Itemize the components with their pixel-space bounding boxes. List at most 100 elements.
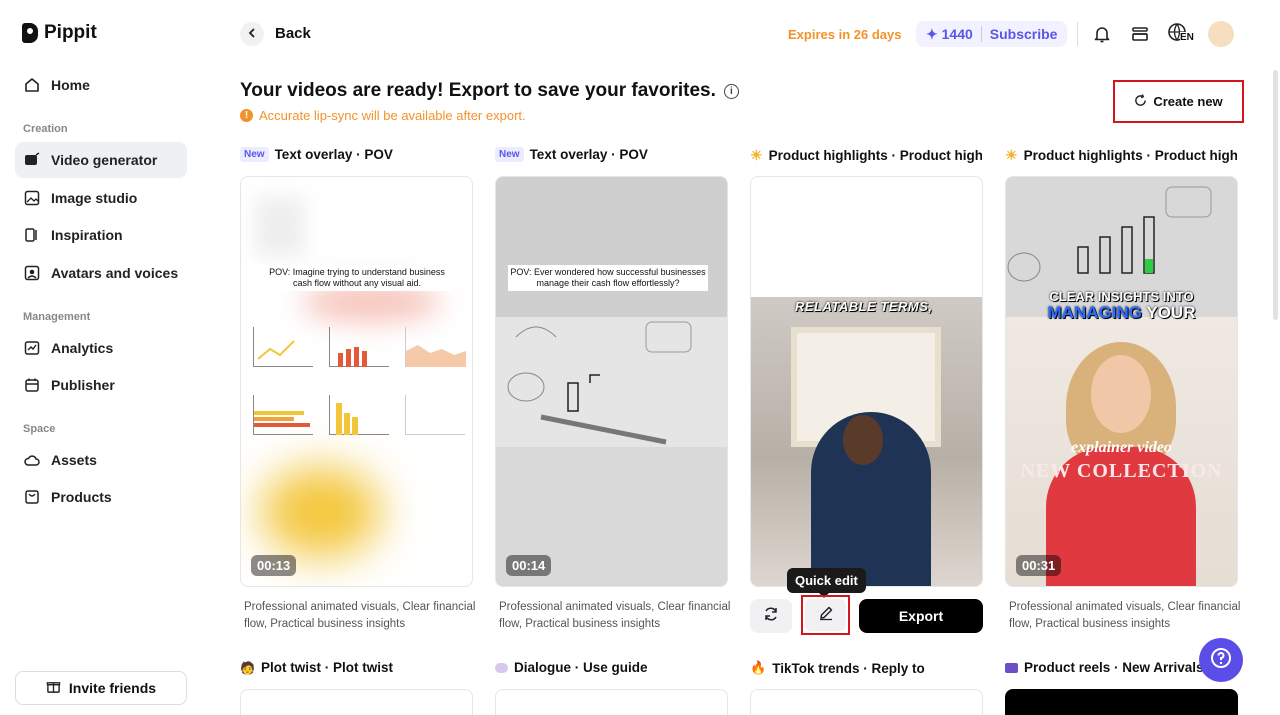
notice-text: Accurate lip-sync will be available afte… [259,108,526,123]
mini-bar-chart [329,395,389,435]
video-thumbnail[interactable] [240,689,473,715]
refresh-icon [1134,93,1147,110]
chevron-left-icon [247,25,257,43]
invite-friends-button[interactable]: Invite friends [15,671,187,705]
create-new-label: Create new [1153,94,1223,109]
card-title: New Text overlay · POV [240,147,472,162]
card-title-text: Plot twist · Plot twist [260,660,393,675]
video-thumbnail[interactable]: POV: Imagine trying to understand busine… [240,176,473,587]
sidebar-item-analytics[interactable]: Analytics [15,330,187,366]
sidebar-item-label: Avatars and voices [51,265,179,281]
card-title-text: Dialogue · Use guide [514,660,648,675]
pippit-logo-icon [22,23,38,43]
card-title-text: Product highlights · Product high... [768,148,982,163]
regenerate-icon [763,606,779,627]
mini-chart-empty [405,395,465,435]
sidebar-item-products[interactable]: Products [15,479,187,515]
video-overlay-text: CLEAR INSIGHTS INTO [1049,289,1194,304]
card-title-text: Text overlay · POV [274,147,393,162]
fire-icon: 🔥 [750,660,767,675]
card-title: 🔥 TikTok trends · Reply to [750,660,982,676]
sidebar-item-image-studio[interactable]: Image studio [15,180,187,216]
sidebar-item-label: Analytics [51,340,114,356]
sidebar-item-label: Home [51,77,90,93]
language-code: EN [1180,32,1194,43]
language-globe-icon[interactable]: EN [1166,22,1196,46]
subscribe-link[interactable]: Subscribe [990,26,1058,42]
page-scrollbar[interactable] [1273,70,1278,320]
export-button[interactable]: Export [859,599,983,633]
quick-edit-tooltip: Quick edit [787,568,866,598]
sidebar-item-video-generator[interactable]: Video generator [15,142,187,178]
regenerate-button[interactable] [750,599,792,633]
card-title-text: Text overlay · POV [529,147,648,162]
question-mark-icon [1209,646,1233,675]
create-new-button[interactable]: Create new [1119,86,1238,117]
sidebar-item-avatars-voices[interactable]: Avatars and voices [15,255,187,291]
help-button[interactable] [1199,638,1243,682]
app-logo[interactable]: Pippit [22,22,97,44]
sun-icon: ☀ [750,147,763,163]
video-thumbnail[interactable] [1005,689,1238,715]
card-title: 🧑 Plot twist · Plot twist [240,660,472,675]
video-thumbnail[interactable]: POV: Ever wondered how successful busine… [495,176,728,587]
video-thumbnail[interactable]: CLEAR INSIGHTS INTO MANAGING YOUR explai… [1005,176,1238,587]
back-button[interactable] [240,22,264,46]
section-label-creation: Creation [23,123,68,135]
sidebar-item-label: Video generator [51,152,158,168]
info-icon[interactable]: i [723,83,739,99]
sidebar-item-publisher[interactable]: Publisher [15,367,187,403]
lip-sync-notice: ! Accurate lip-sync will be available af… [240,108,526,123]
notification-bell-icon[interactable] [1090,22,1114,46]
home-icon [23,76,41,94]
card-title: ☀ Product highlights · Product high... [750,147,982,164]
video-duration: 00:13 [251,555,297,576]
expiry-notice: Expires in 26 days [788,27,902,42]
video-overlay-text: explainer video [1071,439,1172,456]
video-thumbnail[interactable]: RELATABLE TERMS, [750,176,983,587]
product-box-icon [23,488,41,506]
user-avatar[interactable] [1208,21,1234,47]
inspiration-icon [23,226,41,244]
gift-icon [46,679,61,697]
video-thumbnail[interactable] [750,689,983,715]
projector-icon [1005,662,1018,673]
video-duration: 00:31 [1016,555,1062,576]
video-overlay-text: RELATABLE TERMS, [795,299,933,314]
section-label-management: Management [23,311,91,323]
calendar-icon [23,376,41,394]
presenter-head [843,415,883,465]
person-emoji-icon: 🧑 [240,660,255,675]
page-title: Your videos are ready! Export to save yo… [240,80,739,102]
mini-bar-chart [329,327,389,367]
card-description: Professional animated visuals, Clear fin… [499,601,731,630]
video-caption: POV: Imagine trying to understand busine… [259,265,455,291]
sidebar-item-label: Products [51,489,112,505]
image-studio-icon [23,189,41,207]
card-title: New Text overlay · POV [495,147,727,162]
avatar-icon [23,264,41,282]
divider [980,26,982,42]
sidebar-item-assets[interactable]: Assets [15,442,187,478]
section-label-space: Space [23,423,56,435]
sidebar: Pippit Home Creation Video generator Ima… [0,0,204,715]
inbox-icon[interactable] [1128,22,1152,46]
sidebar-item-inspiration[interactable]: Inspiration [15,217,187,253]
quick-edit-button[interactable] [805,599,846,631]
blurred-shape [261,467,381,557]
new-badge: New [240,147,269,162]
sidebar-item-home[interactable]: Home [15,67,187,103]
sketch-panel [496,317,727,447]
card-description: Professional animated visuals, Clear fin… [1009,601,1241,630]
app-name: Pippit [44,22,97,43]
page-title-text: Your videos are ready! Export to save yo… [240,80,716,101]
mini-hbar-chart [253,395,313,435]
sidebar-item-label: Image studio [51,190,138,206]
sidebar-item-label: Inspiration [51,227,123,243]
credits-pill[interactable]: ✦ 1440 Subscribe [916,21,1068,47]
video-thumbnail[interactable] [495,689,728,715]
back-label[interactable]: Back [275,25,311,42]
sidebar-item-label: Publisher [51,377,115,393]
warning-icon: ! [240,109,253,122]
card-description: Professional animated visuals, Clear fin… [244,601,476,630]
